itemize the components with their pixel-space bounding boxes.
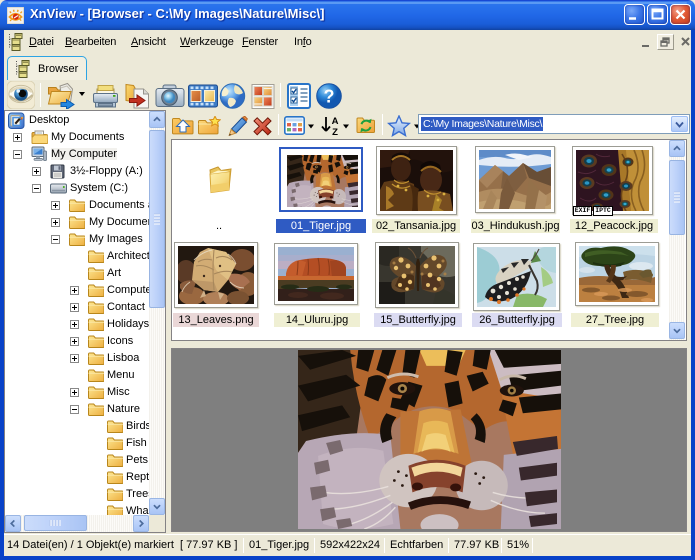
svg-text:Z: Z — [332, 127, 338, 136]
svg-text:?: ? — [324, 87, 335, 107]
svg-text:A: A — [332, 116, 339, 127]
